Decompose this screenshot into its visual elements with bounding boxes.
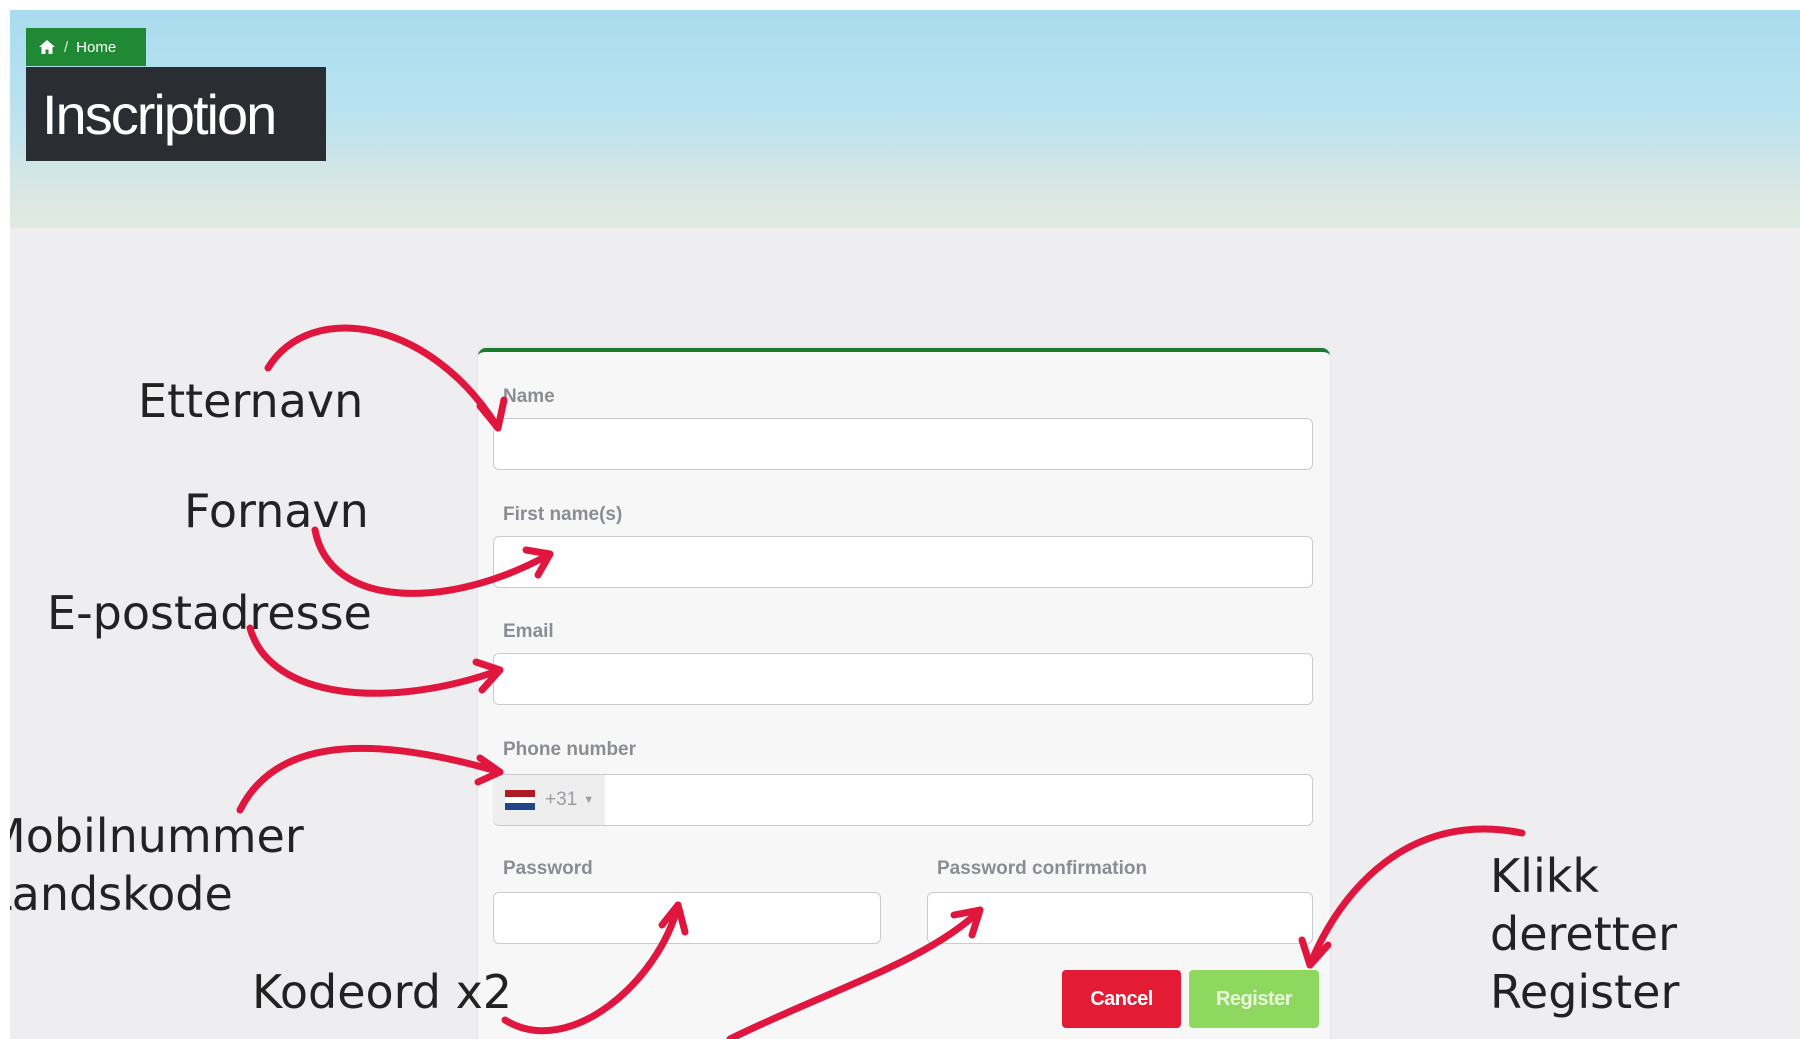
arrow-to-phone (236, 744, 504, 814)
arrow-to-first-name (311, 526, 554, 597)
arrow-to-name (264, 324, 502, 432)
app-window: / Home Inscription Name First name(s) Em… (10, 10, 1800, 1039)
arrow-to-password (501, 901, 682, 1035)
arrow-to-password-confirmation (726, 906, 984, 1039)
arrow-to-email (246, 624, 504, 697)
annotation-arrows (236, 324, 1526, 1039)
arrow-to-register (1306, 825, 1526, 969)
